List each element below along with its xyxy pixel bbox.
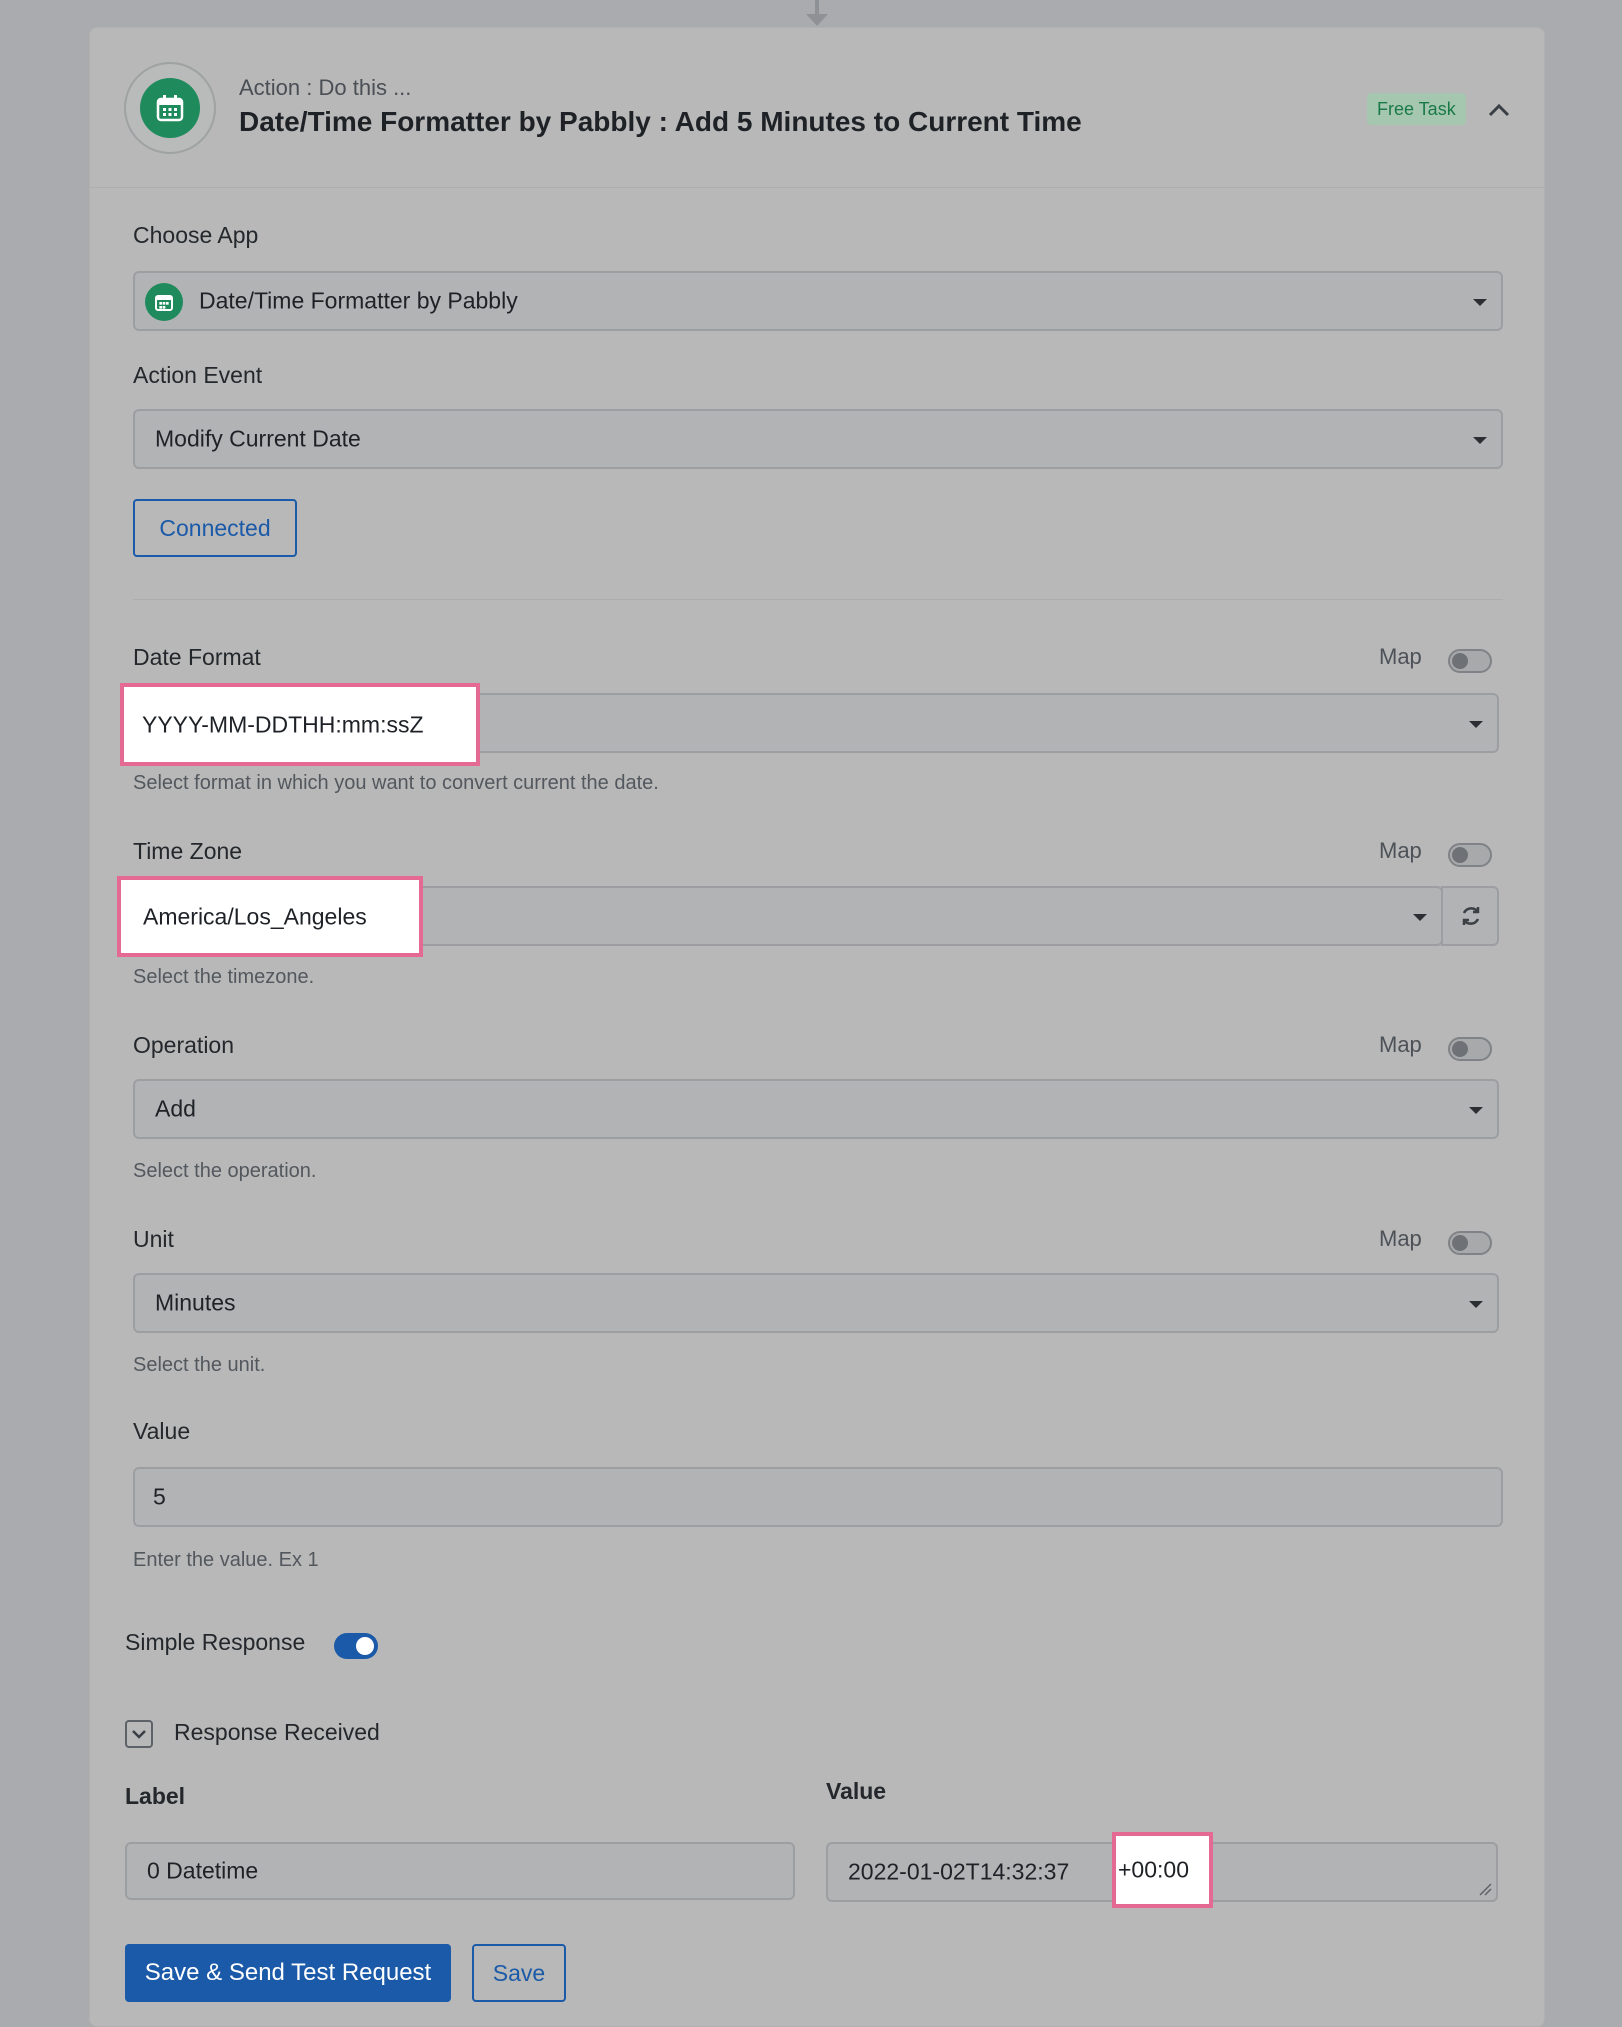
date-format-label: Date Format bbox=[133, 644, 261, 670]
section-divider bbox=[133, 599, 1503, 600]
refresh-timezones-button[interactable] bbox=[1441, 886, 1499, 946]
response-value-highlight: +00:00 bbox=[1112, 1832, 1213, 1908]
refresh-icon bbox=[1462, 907, 1480, 925]
operation-label: Operation bbox=[133, 1032, 235, 1058]
step-title: Date/Time Formatter by Pabbly : Add 5 Mi… bbox=[239, 106, 1082, 137]
response-label-value: 0 Datetime bbox=[147, 1857, 259, 1884]
response-value-suffix: +00:00 bbox=[1118, 1856, 1189, 1883]
response-collapse-button[interactable] bbox=[125, 1720, 153, 1748]
response-value-prefix: 2022-01-02T14:32:37 bbox=[848, 1858, 1070, 1885]
choose-app-value: Date/Time Formatter by Pabbly bbox=[199, 287, 518, 314]
dropdown-caret-icon bbox=[1413, 914, 1427, 921]
date-format-map-label: Map bbox=[1379, 644, 1422, 669]
dropdown-caret-icon bbox=[1473, 299, 1487, 306]
value-helper: Enter the value. Ex 1 bbox=[133, 1549, 319, 1571]
time-zone-map-toggle[interactable] bbox=[1448, 843, 1492, 867]
dropdown-caret-icon bbox=[1469, 721, 1483, 728]
time-zone-helper: Select the timezone. bbox=[133, 966, 315, 988]
unit-label: Unit bbox=[133, 1226, 174, 1252]
calendar-icon bbox=[145, 283, 183, 321]
step-header[interactable]: Action : Do this ... Date/Time Formatter… bbox=[90, 28, 1544, 188]
action-event-value: Modify Current Date bbox=[155, 425, 361, 452]
action-event-select[interactable]: Modify Current Date bbox=[133, 409, 1503, 469]
connected-button[interactable]: Connected bbox=[133, 499, 297, 557]
response-value-header: Value bbox=[826, 1778, 887, 1804]
unit-map-label: Map bbox=[1379, 1226, 1422, 1251]
action-step-card: Action : Do this ... Date/Time Formatter… bbox=[89, 27, 1545, 2027]
date-format-map-toggle[interactable] bbox=[1448, 649, 1492, 673]
save-send-test-request-button[interactable]: Save & Send Test Request bbox=[125, 1944, 451, 2002]
flow-connector-arrow-icon bbox=[806, 14, 828, 26]
unit-value: Minutes bbox=[155, 1289, 236, 1316]
value-input[interactable]: 5 bbox=[133, 1467, 1503, 1527]
save-button[interactable]: Save bbox=[472, 1944, 566, 2002]
value-label: Value bbox=[133, 1418, 191, 1444]
date-format-helper: Select format in which you want to conve… bbox=[133, 772, 659, 794]
step-type-label: Action : Do this ... bbox=[239, 75, 412, 100]
dropdown-caret-icon bbox=[1469, 1107, 1483, 1114]
chevron-up-icon[interactable] bbox=[1487, 98, 1511, 122]
value-input-text: 5 bbox=[153, 1483, 166, 1510]
date-format-highlight: YYYY-MM-DDTHH:mm:ssZ bbox=[120, 683, 480, 766]
response-received-title: Response Received bbox=[174, 1719, 380, 1745]
resize-handle-icon[interactable] bbox=[1478, 1882, 1492, 1896]
operation-map-label: Map bbox=[1379, 1032, 1422, 1057]
dropdown-caret-icon bbox=[1473, 437, 1487, 444]
time-zone-label: Time Zone bbox=[133, 838, 243, 864]
app-logo bbox=[124, 62, 216, 154]
chevron-down-icon bbox=[132, 1730, 146, 1739]
operation-value: Add bbox=[155, 1095, 196, 1122]
date-format-value: YYYY-MM-DDTHH:mm:ssZ bbox=[142, 711, 424, 737]
choose-app-label: Choose App bbox=[133, 222, 259, 248]
response-label-field[interactable]: 0 Datetime bbox=[125, 1842, 795, 1900]
choose-app-select[interactable]: Date/Time Formatter by Pabbly bbox=[133, 271, 1503, 331]
free-task-badge: Free Task bbox=[1367, 93, 1466, 125]
calendar-icon bbox=[140, 78, 200, 138]
time-zone-highlight: America/Los_Angeles bbox=[117, 876, 423, 957]
action-event-label: Action Event bbox=[133, 362, 263, 388]
simple-response-toggle[interactable] bbox=[334, 1633, 378, 1659]
time-zone-value: America/Los_Angeles bbox=[143, 903, 367, 929]
operation-helper: Select the operation. bbox=[133, 1160, 317, 1182]
unit-select[interactable]: Minutes bbox=[133, 1273, 1499, 1333]
time-zone-map-label: Map bbox=[1379, 838, 1422, 863]
operation-select[interactable]: Add bbox=[133, 1079, 1499, 1139]
operation-map-toggle[interactable] bbox=[1448, 1037, 1492, 1061]
simple-response-label: Simple Response bbox=[125, 1629, 306, 1655]
unit-helper: Select the unit. bbox=[133, 1354, 266, 1376]
unit-map-toggle[interactable] bbox=[1448, 1231, 1492, 1255]
dropdown-caret-icon bbox=[1469, 1301, 1483, 1308]
response-label-header: Label bbox=[125, 1783, 186, 1809]
